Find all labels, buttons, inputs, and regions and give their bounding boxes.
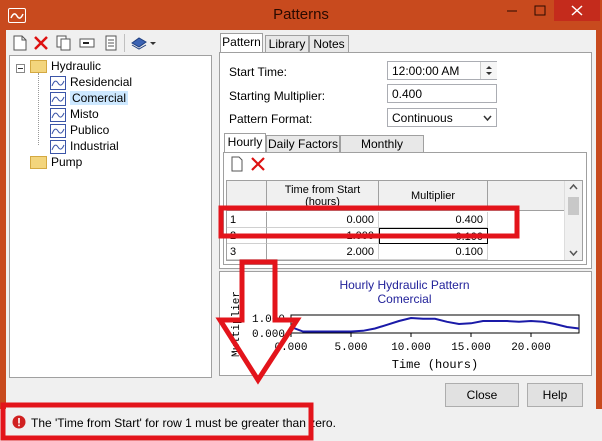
highlight-box-status xyxy=(0,402,314,441)
annotation-overlay xyxy=(0,205,520,441)
down-arrow-annotation xyxy=(215,259,302,385)
highlight-box-row1 xyxy=(218,205,520,239)
